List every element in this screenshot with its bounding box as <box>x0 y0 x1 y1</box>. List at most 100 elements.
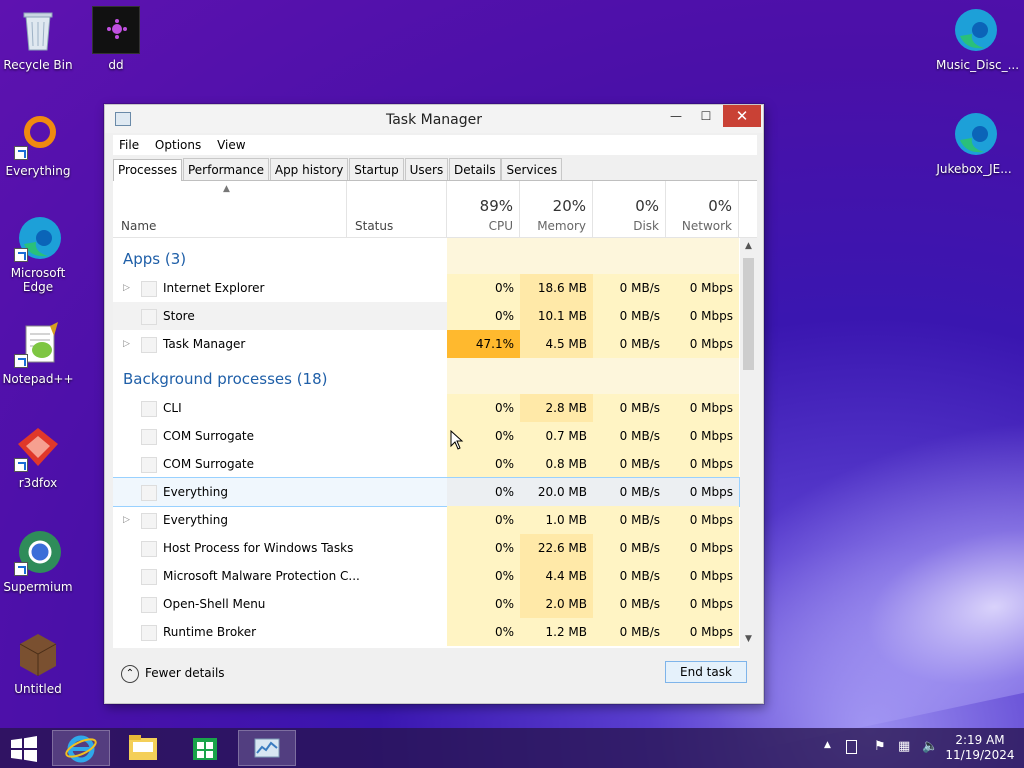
column-status[interactable]: Status <box>347 181 447 238</box>
flag-warning-icon[interactable]: ⚑ <box>874 739 886 754</box>
desktop-icon-r3dfox[interactable]: r3dfox <box>0 424 76 490</box>
menu-file[interactable]: File <box>113 135 145 152</box>
expand-arrow-icon[interactable]: ▷ <box>123 330 130 358</box>
table-row[interactable]: ▷ Internet Explorer 0% 18.6 MB 0 MB/s 0 Mbps <box>113 274 739 302</box>
fewer-details-button[interactable]: ⌃ Fewer details <box>121 663 225 683</box>
desktop-icon-music-disc[interactable]: Music_Disc_... <box>936 6 1020 72</box>
taskbar-task-manager[interactable] <box>238 730 296 766</box>
taskbar-store[interactable] <box>176 730 234 766</box>
expand-arrow-icon[interactable]: ▷ <box>123 274 130 302</box>
desktop-icon-dd[interactable]: dd <box>78 6 154 72</box>
vertical-scrollbar[interactable]: ▲ ▼ <box>740 238 757 648</box>
desktop-icon-recycle-bin[interactable]: Recycle Bin <box>0 6 76 72</box>
action-center-icon[interactable] <box>846 740 857 754</box>
show-hidden-icons-icon[interactable]: ▲ <box>824 740 831 750</box>
start-button[interactable] <box>0 730 48 766</box>
menu-options[interactable]: Options <box>149 135 207 152</box>
table-row[interactable]: Everything 0% 20.0 MB 0 MB/s 0 Mbps <box>113 477 740 507</box>
tab-users[interactable]: Users <box>404 158 449 180</box>
shortcut-arrow-icon <box>14 146 28 160</box>
table-row[interactable]: Open-Shell Menu 0% 2.0 MB 0 MB/s 0 Mbps <box>113 590 739 618</box>
tab-details[interactable]: Details <box>449 158 501 180</box>
network-icon[interactable]: ▦ <box>898 739 910 754</box>
desktop-icon-label: Notepad++ <box>2 372 74 386</box>
disk-cell: 0 MB/s <box>593 302 666 330</box>
r3dfox-icon <box>14 424 62 472</box>
table-row[interactable]: Microsoft Malware Protection C... 0% 4.4 M… <box>113 562 739 590</box>
tab-services[interactable]: Services <box>501 158 563 180</box>
tab-performance[interactable]: Performance <box>182 158 270 180</box>
table-row[interactable]: CLI 0% 2.8 MB 0 MB/s 0 Mbps <box>113 394 739 422</box>
minimize-button[interactable]: — <box>661 105 691 127</box>
shortcut-arrow-icon <box>14 248 28 262</box>
column-label: Network <box>681 219 732 233</box>
column-network[interactable]: 0% Network <box>666 181 739 238</box>
process-name: Microsoft Malware Protection C... <box>163 569 360 583</box>
process-name: Task Manager <box>163 337 246 351</box>
desktop-icon-label: Recycle Bin <box>3 58 73 72</box>
disk-cell: 0 MB/s <box>593 618 666 646</box>
desktop-icon-supermium[interactable]: Supermium <box>0 528 76 594</box>
end-task-button[interactable]: End task <box>665 661 747 683</box>
disk-cell: 0 MB/s <box>593 274 666 302</box>
table-row[interactable]: COM Surrogate 0% 0.7 MB 0 MB/s 0 Mbps <box>113 422 739 450</box>
task-manager-icon <box>254 738 280 758</box>
cpu-cell: 0% <box>447 394 520 422</box>
heat-cell <box>447 358 520 394</box>
everything-icon <box>14 112 62 160</box>
process-name: Store <box>163 309 195 323</box>
scroll-up-icon[interactable]: ▲ <box>740 238 757 255</box>
cpu-cell: 0% <box>447 450 520 478</box>
task-manager-window[interactable]: Task Manager — ☐ ✕ File Options View Pro… <box>104 104 764 704</box>
process-icon <box>141 625 157 641</box>
window-footer: ⌃ Fewer details End task <box>105 653 763 703</box>
desktop-icon-untitled[interactable]: Untitled <box>0 630 76 696</box>
group-header[interactable]: Apps (3) <box>113 238 739 274</box>
tab-processes[interactable]: Processes <box>113 159 183 183</box>
column-disk[interactable]: 0% Disk <box>593 181 666 238</box>
column-header-row: ▲ Name Status 89% CPU 20% Memory 0% Disk… <box>113 181 757 238</box>
table-row[interactable]: Runtime Broker 0% 1.2 MB 0 MB/s 0 Mbps <box>113 618 739 646</box>
desktop-icon-everything[interactable]: Everything <box>0 112 76 178</box>
tab-app-history[interactable]: App history <box>269 158 349 180</box>
memory-cell: 2.0 MB <box>520 590 593 618</box>
memory-cell: 0.7 MB <box>520 422 593 450</box>
title-bar[interactable]: Task Manager — ☐ ✕ <box>105 105 763 133</box>
memory-cell: 22.6 MB <box>520 534 593 562</box>
process-name: Runtime Broker <box>163 625 257 639</box>
tab-startup[interactable]: Startup <box>349 158 404 180</box>
column-name[interactable]: ▲ Name <box>113 181 347 238</box>
cpu-cell: 0% <box>447 274 520 302</box>
volume-muted-icon[interactable]: 🔈 <box>922 739 938 754</box>
desktop-icon-jukebox[interactable]: Jukebox_JE... <box>936 110 1012 176</box>
taskbar-file-explorer[interactable] <box>114 730 172 766</box>
shortcut-arrow-icon <box>14 354 28 368</box>
taskbar-internet-explorer[interactable] <box>52 730 110 766</box>
group-header[interactable]: Background processes (18) <box>113 358 739 394</box>
network-cell: 0 Mbps <box>666 562 739 590</box>
table-row[interactable]: COM Surrogate 0% 0.8 MB 0 MB/s 0 Mbps <box>113 450 739 478</box>
dd-icon <box>92 6 140 54</box>
desktop-icon-microsoft-edge[interactable]: Microsoft Edge <box>0 214 76 294</box>
table-row[interactable]: ▷ Everything 0% 1.0 MB 0 MB/s 0 Mbps <box>113 506 739 534</box>
desktop-icon-label: Music_Disc_... <box>936 58 1020 72</box>
scroll-down-icon[interactable]: ▼ <box>740 631 757 648</box>
maximize-button[interactable]: ☐ <box>691 105 721 127</box>
clock[interactable]: 2:19 AM 11/19/2024 <box>944 733 1016 763</box>
scroll-thumb[interactable] <box>743 258 754 370</box>
expand-arrow-icon[interactable]: ▷ <box>123 506 130 534</box>
process-icon <box>141 541 157 557</box>
table-row[interactable]: Store 0% 10.1 MB 0 MB/s 0 Mbps <box>113 302 739 330</box>
disk-percent: 0% <box>635 197 659 215</box>
close-button[interactable]: ✕ <box>723 105 761 127</box>
column-memory[interactable]: 20% Memory <box>520 181 593 238</box>
memory-cell: 2.8 MB <box>520 394 593 422</box>
internet-explorer-icon <box>65 735 97 763</box>
menu-view[interactable]: View <box>211 135 251 152</box>
table-row[interactable]: ▷ Task Manager 47.1% 4.5 MB 0 MB/s 0 Mbps <box>113 330 739 358</box>
network-cell: 0 Mbps <box>666 450 739 478</box>
edge-icon <box>950 6 998 54</box>
column-cpu[interactable]: 89% CPU <box>447 181 520 238</box>
table-row[interactable]: Host Process for Windows Tasks 0% 22.6 MB 0… <box>113 534 739 562</box>
desktop-icon-notepad-plus-plus[interactable]: Notepad++ <box>0 320 76 386</box>
